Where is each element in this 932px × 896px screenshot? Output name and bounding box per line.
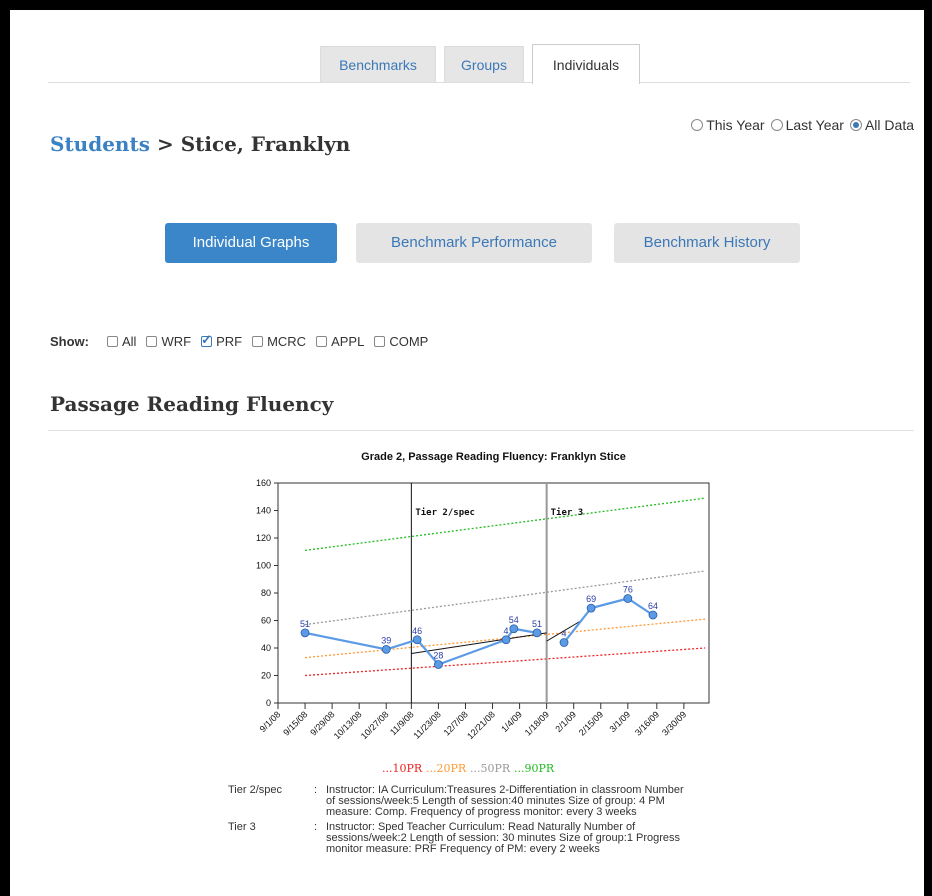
x-tick-label: 10/27/08 [359, 709, 391, 741]
note-label: Tier 2/spec [228, 784, 283, 796]
data-point [434, 660, 443, 669]
y-tick-label: 140 [256, 506, 271, 516]
data-point [559, 638, 569, 647]
x-tick-label: 9/1/08 [258, 709, 283, 734]
data-point [509, 624, 519, 634]
data-label: 4 [504, 626, 509, 636]
data-label: 4 [562, 629, 567, 639]
intervention-notes: Tier 2/spec : Instructor: IA Curriculum:… [228, 785, 686, 859]
data-point [501, 635, 511, 645]
x-tick-label: 9/15/08 [281, 709, 309, 737]
note-text: Instructor: IA Curriculum:Treasures 2-Di… [326, 784, 684, 818]
note-text: Instructor: Sped Teacher Curriculum: Rea… [326, 821, 681, 855]
prf-chart: Grade 2, Passage Reading Fluency: Frankl… [256, 451, 710, 775]
plot-area [277, 482, 710, 704]
data-point [412, 635, 422, 645]
data-point [648, 610, 658, 620]
note-separator: : [314, 821, 318, 833]
y-tick-label: 120 [256, 533, 271, 543]
note-row: Tier 3 : Instructor: Sped Teacher Curric… [228, 822, 686, 855]
y-tick-label: 160 [256, 478, 271, 488]
data-point [623, 594, 633, 603]
data-label: 46 [412, 626, 422, 636]
y-tick-label: 0 [266, 698, 271, 708]
x-tick-label: 2/1/09 [553, 709, 578, 734]
x-tick-label: 3/30/09 [660, 709, 688, 737]
data-point [532, 628, 542, 638]
data-label: 64 [648, 601, 658, 611]
phase-label: Tier 2/spec [415, 507, 475, 518]
legend-item-10pr: ...10PR [382, 762, 423, 775]
data-label: 54 [509, 615, 519, 625]
legend-item-20pr: ...20PR [426, 762, 467, 775]
y-tick-label: 80 [261, 588, 271, 598]
legend-item-90pr: ...90PR [514, 762, 555, 775]
x-tick-label: 1/18/09 [523, 709, 551, 737]
data-point [381, 644, 391, 654]
y-tick-label: 100 [256, 561, 271, 571]
data-label: 39 [381, 635, 391, 645]
note-separator: : [314, 784, 318, 796]
x-tick-label: 3/1/09 [607, 709, 632, 734]
data-label: 51 [532, 619, 542, 629]
x-tick-label: 10/13/08 [332, 709, 364, 741]
legend-item-50pr: ...50PR [470, 762, 511, 775]
x-tick-label: 12/21/08 [465, 709, 497, 741]
data-point [300, 628, 310, 638]
data-point [586, 603, 596, 613]
y-tick-label: 40 [261, 643, 271, 653]
y-tick-label: 20 [261, 671, 271, 681]
note-row: Tier 2/spec : Instructor: IA Curriculum:… [228, 785, 686, 818]
page-frame: Benchmarks Groups Individuals This Year … [10, 10, 924, 896]
data-label: 51 [300, 619, 310, 629]
chart-title: Grade 2, Passage Reading Fluency: Frankl… [361, 451, 626, 463]
data-label: 76 [623, 585, 633, 595]
x-tick-label: 2/15/09 [577, 709, 605, 737]
x-tick-label: 11/23/08 [411, 709, 442, 740]
x-tick-label: 1/4/09 [499, 709, 524, 734]
x-tick-label: 3/16/09 [633, 709, 661, 737]
phase-label: Tier 3 [551, 507, 584, 518]
data-label: 28 [433, 651, 443, 661]
y-tick-label: 60 [261, 616, 271, 626]
data-label: 69 [586, 594, 596, 604]
note-label: Tier 3 [228, 821, 256, 833]
